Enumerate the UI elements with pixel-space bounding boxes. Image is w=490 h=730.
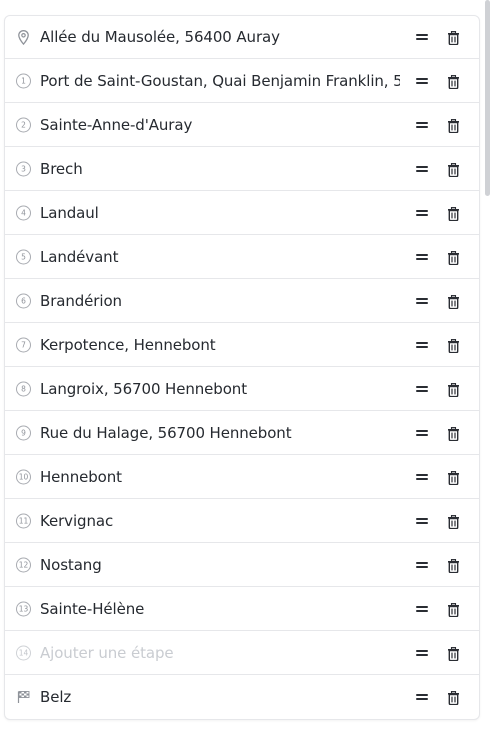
stop-number: 6 — [16, 293, 31, 308]
add-stop-row[interactable]: 14 Ajouter une étape — [5, 631, 479, 675]
stop-number: 13 — [16, 601, 31, 616]
stop-label: Sainte-Anne-d'Auray — [40, 115, 193, 134]
stop-row[interactable]: 8 Langroix, 56700 Hennebont — [5, 367, 479, 411]
stop-row[interactable]: 11 Kervignac — [5, 499, 479, 543]
drag-handle-icon[interactable] — [416, 32, 428, 42]
scrollbar-thumb[interactable] — [485, 0, 490, 196]
stop-number: 11 — [16, 513, 31, 528]
stop-number-icon: 5 — [15, 248, 32, 265]
route-stops-page: Allée du Mausolée, 56400 Auray 1 Port de S… — [0, 0, 490, 730]
stop-number: 8 — [16, 381, 31, 396]
drag-handle-icon[interactable] — [416, 164, 428, 174]
stop-row[interactable]: 9 Rue du Halage, 56700 Hennebont — [5, 411, 479, 455]
map-pin-icon — [15, 29, 32, 46]
stop-label: Kervignac — [40, 511, 114, 530]
trash-icon[interactable] — [447, 426, 460, 441]
stop-row[interactable]: 7 Kerpotence, Hennebont — [5, 323, 479, 367]
drag-handle-icon[interactable] — [416, 648, 428, 658]
add-stop-input[interactable]: Ajouter une étape — [40, 644, 400, 662]
route-stops-list: Allée du Mausolée, 56400 Auray 1 Port de S… — [4, 15, 480, 720]
stop-number: 5 — [16, 249, 31, 264]
stop-number: 14 — [16, 645, 31, 660]
stop-label: Landévant — [40, 247, 119, 266]
stop-row[interactable]: 1 Port de Saint-Goustan, Quai Benjamin Fr… — [5, 59, 479, 103]
stop-number: 7 — [16, 337, 31, 352]
stop-label: Rue du Halage, 56700 Hennebont — [40, 423, 292, 442]
trash-icon[interactable] — [447, 470, 460, 485]
stop-number-icon: 8 — [15, 380, 32, 397]
trash-icon[interactable] — [447, 118, 460, 133]
stop-number: 2 — [16, 117, 31, 132]
stop-number-icon: 7 — [15, 336, 32, 353]
drag-handle-icon[interactable] — [416, 516, 428, 526]
stop-label: Port de Saint-Goustan, Quai Benjamin Fra… — [40, 71, 400, 90]
stop-number: 12 — [16, 557, 31, 572]
stop-row[interactable]: 6 Brandérion — [5, 279, 479, 323]
stop-row[interactable]: Allée du Mausolée, 56400 Auray — [5, 16, 479, 59]
stop-label: Langroix, 56700 Hennebont — [40, 379, 247, 398]
stop-number-icon: 12 — [15, 556, 32, 573]
stop-label: Kerpotence, Hennebont — [40, 335, 216, 354]
stop-row[interactable]: 10 Hennebont — [5, 455, 479, 499]
stop-row[interactable]: 13 Sainte-Hélène — [5, 587, 479, 631]
trash-icon[interactable] — [447, 690, 460, 706]
stop-number: 4 — [16, 205, 31, 220]
drag-handle-icon[interactable] — [416, 120, 428, 130]
stop-label: Brech — [40, 159, 83, 178]
trash-icon[interactable] — [447, 514, 460, 529]
trash-icon[interactable] — [447, 162, 460, 177]
trash-icon[interactable] — [447, 250, 460, 265]
stop-number: 3 — [16, 161, 31, 176]
stop-number-icon: 4 — [15, 204, 32, 221]
stop-label: Landaul — [40, 203, 99, 222]
trash-icon[interactable] — [447, 338, 460, 353]
drag-handle-icon[interactable] — [416, 384, 428, 394]
trash-icon[interactable] — [447, 382, 460, 397]
stop-row[interactable]: 3 Brech — [5, 147, 479, 191]
drag-handle-icon[interactable] — [416, 340, 428, 350]
drag-handle-icon[interactable] — [416, 472, 428, 482]
stop-number-icon: 1 — [15, 72, 32, 89]
trash-icon[interactable] — [447, 30, 460, 46]
stop-row[interactable]: 12 Nostang — [5, 543, 479, 587]
stop-label: Nostang — [40, 555, 102, 574]
trash-icon[interactable] — [447, 294, 460, 309]
stop-number: 9 — [16, 425, 31, 440]
stop-number-icon: 9 — [15, 424, 32, 441]
stop-number-icon: 13 — [15, 600, 32, 617]
finish-flag-icon — [15, 689, 32, 706]
stop-label: Sainte-Hélène — [40, 599, 145, 618]
trash-icon[interactable] — [447, 558, 460, 573]
trash-icon[interactable] — [447, 206, 460, 221]
stop-number: 1 — [16, 73, 31, 88]
stop-number: 10 — [16, 469, 31, 484]
drag-handle-icon[interactable] — [416, 692, 428, 702]
drag-handle-icon[interactable] — [416, 560, 428, 570]
drag-handle-icon[interactable] — [416, 76, 428, 86]
stop-number-icon: 14 — [15, 644, 32, 661]
stop-number-icon: 3 — [15, 160, 32, 177]
stop-label: Belz — [40, 688, 72, 706]
stop-label: Allée du Mausolée, 56400 Auray — [40, 28, 280, 46]
drag-handle-icon[interactable] — [416, 296, 428, 306]
trash-icon[interactable] — [447, 646, 460, 661]
drag-handle-icon[interactable] — [416, 428, 428, 438]
stop-row[interactable]: 2 Sainte-Anne-d'Auray — [5, 103, 479, 147]
stop-number-icon: 6 — [15, 292, 32, 309]
trash-icon[interactable] — [447, 602, 460, 617]
stop-row[interactable]: 4 Landaul — [5, 191, 479, 235]
stop-label: Hennebont — [40, 467, 122, 486]
stop-number-icon: 11 — [15, 512, 32, 529]
drag-handle-icon[interactable] — [416, 604, 428, 614]
stop-number-icon: 10 — [15, 468, 32, 485]
stop-label: Brandérion — [40, 291, 122, 310]
drag-handle-icon[interactable] — [416, 252, 428, 262]
trash-icon[interactable] — [447, 74, 460, 89]
stop-row[interactable]: 5 Landévant — [5, 235, 479, 279]
stop-number-icon: 2 — [15, 116, 32, 133]
drag-handle-icon[interactable] — [416, 208, 428, 218]
stop-row[interactable]: Belz — [5, 675, 479, 719]
